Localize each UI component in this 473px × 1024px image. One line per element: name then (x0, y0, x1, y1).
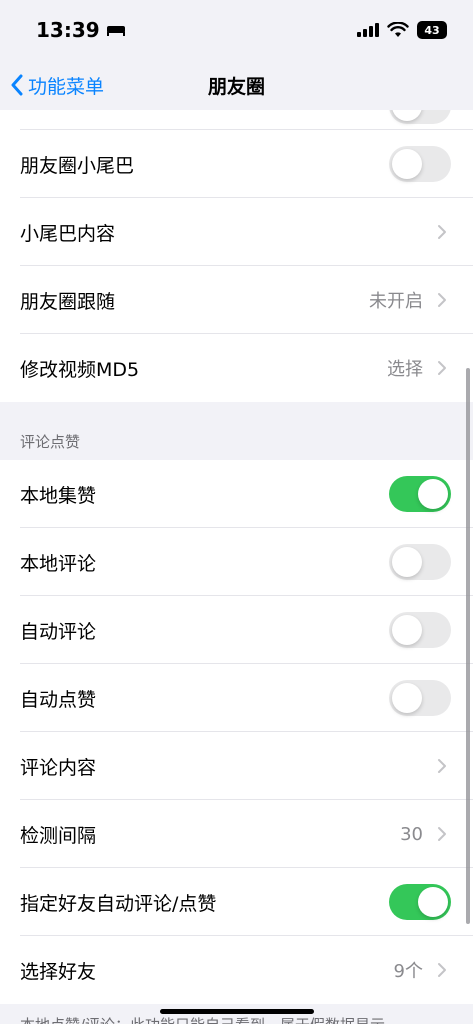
battery-icon: 43 (417, 21, 447, 39)
row-value: 选择 (387, 359, 423, 380)
row-auto-like[interactable]: 自动点赞 (0, 664, 473, 732)
row-label: 本地集赞 (20, 484, 97, 507)
local-comments-toggle[interactable] (389, 544, 451, 580)
row-value: 30 (400, 823, 423, 845)
status-bar: 13:39 43 (0, 0, 473, 60)
specified-friends-toggle[interactable] (389, 884, 451, 920)
row-comment-content[interactable]: 评论内容 (0, 732, 473, 800)
group-comment-like: 本地集赞 本地评论 自动评论 自动点赞 评论内容 检测间隔 30 指定好友自动评… (0, 460, 473, 1004)
row-select-friends[interactable]: 选择好友 9个 (0, 936, 473, 1004)
group-tail-settings: 朋友圈小尾巴 小尾巴内容 朋友圈跟随 未开启 修改视频MD5 选择 (0, 110, 473, 402)
chevron-right-icon (433, 757, 451, 775)
chevron-right-icon (433, 825, 451, 843)
chevron-right-icon (433, 359, 451, 377)
status-time: 13:39 (36, 18, 126, 42)
row-specified-friends-auto[interactable]: 指定好友自动评论/点赞 (0, 868, 473, 936)
row-value: 未开启 (369, 291, 423, 312)
chevron-right-icon (433, 223, 451, 241)
row-check-interval[interactable]: 检测间隔 30 (0, 800, 473, 868)
row-label: 小尾巴内容 (20, 222, 116, 245)
footer-note: 本地点赞/评论：此功能只能自己看到，属于假数据显示 (0, 1004, 473, 1024)
wifi-icon (387, 22, 409, 37)
row-moments-tail[interactable]: 朋友圈小尾巴 (0, 130, 473, 198)
auto-like-toggle[interactable] (389, 680, 451, 716)
chevron-left-icon (11, 74, 23, 96)
row-label: 评论内容 (20, 756, 97, 779)
row-value: 9个 (393, 961, 423, 982)
row-local-comments[interactable]: 本地评论 (0, 528, 473, 596)
row-local-likes[interactable]: 本地集赞 (0, 460, 473, 528)
row-label: 修改视频MD5 (20, 358, 140, 381)
back-button[interactable]: 功能菜单 (10, 60, 104, 110)
row-label: 选择好友 (20, 960, 97, 983)
cellular-signal-icon (357, 23, 379, 37)
scrollbar[interactable] (466, 368, 470, 924)
back-button-label: 功能菜单 (28, 75, 105, 98)
row-auto-comment[interactable]: 自动评论 (0, 596, 473, 664)
auto-comment-toggle[interactable] (389, 612, 451, 648)
row-label: 检测间隔 (20, 824, 97, 847)
row-moments-follow[interactable]: 朋友圈跟随 未开启 (0, 266, 473, 334)
page-title: 朋友圈 (207, 75, 265, 98)
bed-icon (106, 26, 125, 36)
row-label: 朋友圈小尾巴 (20, 154, 135, 177)
partial-toggle (389, 110, 451, 124)
status-indicators: 43 (357, 21, 447, 39)
clock: 13:39 (36, 18, 100, 42)
row-modify-video-md5[interactable]: 修改视频MD5 选择 (0, 334, 473, 402)
row-label: 朋友圈跟随 (20, 290, 116, 313)
moments-tail-toggle[interactable] (389, 146, 451, 182)
local-likes-toggle[interactable] (389, 476, 451, 512)
row-label: 本地评论 (20, 552, 97, 575)
chevron-right-icon (433, 961, 451, 979)
row-label: 自动点赞 (20, 688, 97, 711)
navigation-bar: 功能菜单 朋友圈 (0, 60, 473, 110)
section-header-comment-like: 评论点赞 (0, 402, 473, 460)
row-label: 指定好友自动评论/点赞 (20, 892, 217, 915)
row-label: 自动评论 (20, 620, 97, 643)
row-tail-content[interactable]: 小尾巴内容 (0, 198, 473, 266)
partially-scrolled-row (0, 110, 473, 130)
home-indicator[interactable] (160, 1009, 314, 1014)
settings-list: 朋友圈小尾巴 小尾巴内容 朋友圈跟随 未开启 修改视频MD5 选择 评论点赞 本… (0, 110, 473, 1024)
chevron-right-icon (433, 291, 451, 309)
